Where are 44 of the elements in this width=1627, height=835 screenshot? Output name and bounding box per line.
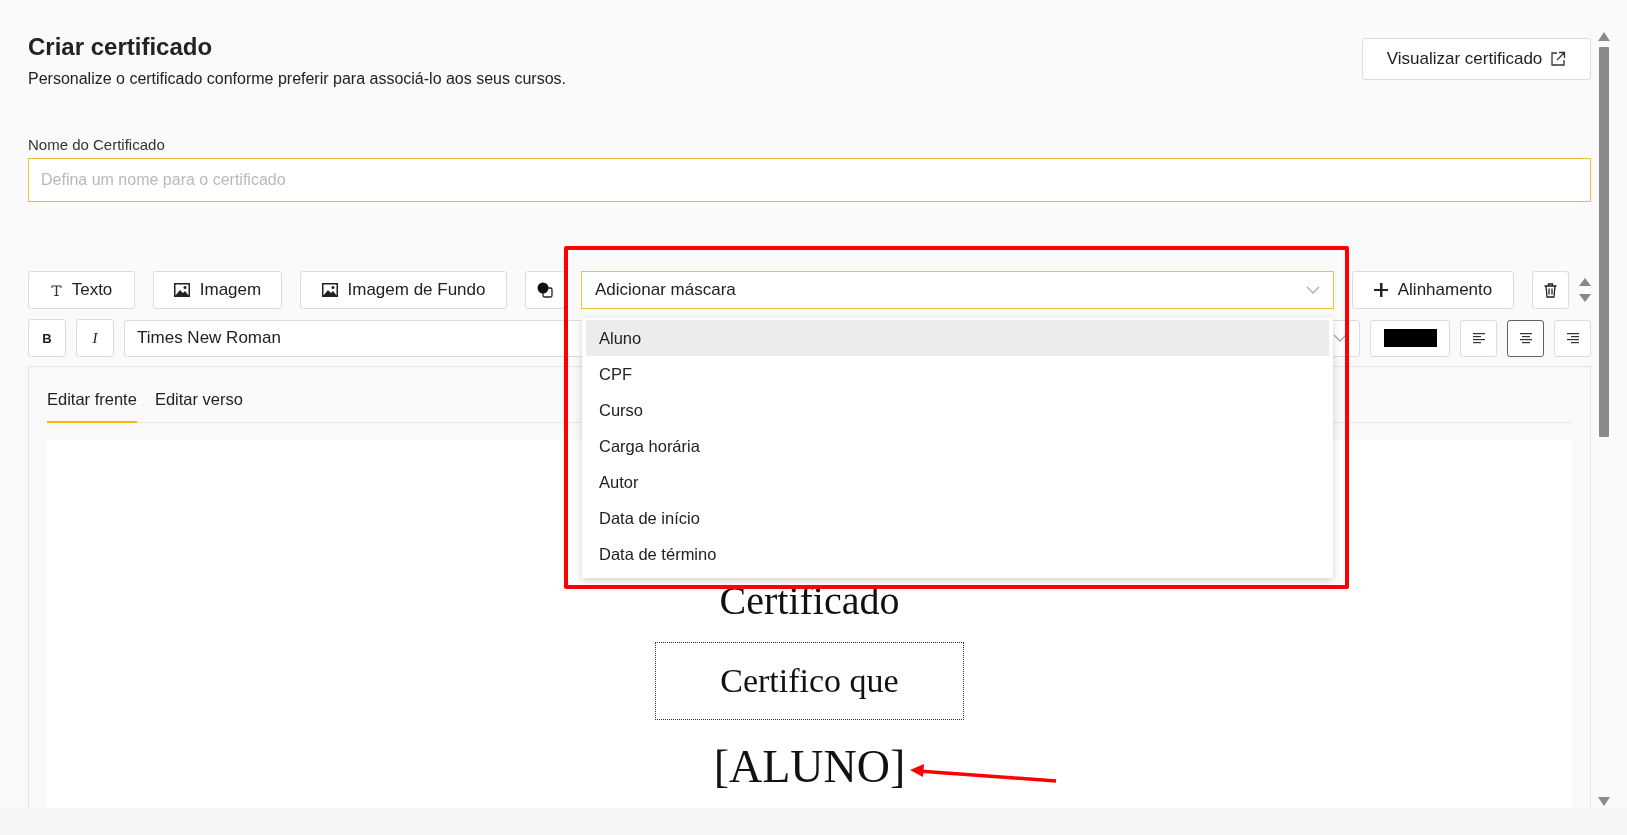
alignment-button[interactable]: Alinhamento [1352,271,1514,309]
dropdown-option[interactable]: Carga horária [586,428,1329,464]
add-image-button[interactable]: Imagem [153,271,282,309]
dropdown-option[interactable]: Curso [586,392,1329,428]
dropdown-option[interactable]: Data de término [586,536,1329,572]
bold-button[interactable]: B [28,319,66,357]
shapes-icon [537,282,553,298]
add-image-button[interactable]: Imagem de Fundo [300,271,507,309]
trash-icon [1544,282,1557,298]
align-icon [1373,283,1388,297]
certificate-name-field[interactable]: Defina um nome para o certificado [28,158,1591,202]
delete-button[interactable] [1532,271,1569,309]
align-center-icon [1518,332,1533,344]
external-link-icon [1550,51,1567,67]
page-subtitle: Personalize o certificado conforme preferir para associá-lo aos seus cursos. [28,69,567,89]
certificate-heading: Certificado [719,580,900,622]
scroll-up-icon[interactable] [1598,32,1610,41]
move-up-icon[interactable] [1579,278,1591,286]
chevron-down-icon [1333,334,1347,342]
shape-button[interactable] [525,271,565,309]
dropdown-option[interactable]: Autor [586,464,1329,500]
color-picker[interactable] [1370,319,1450,357]
certificate-text-block[interactable]: Certifico que [655,642,964,720]
dropdown-option[interactable]: CPF [586,356,1329,392]
add-text-button[interactable]: Texto [28,271,135,309]
scrollbar-thumb[interactable] [1599,47,1609,437]
student-name-mask: [ALUNO] [713,742,906,792]
align-right-icon [1565,332,1580,344]
image-icon [321,283,338,297]
image-icon [173,283,190,297]
editor-tab[interactable]: Editar verso [154,390,243,423]
page-title: Criar certificado [28,32,214,62]
preview-certificate-button[interactable]: Visualizar certificado [1362,38,1591,80]
italic-button[interactable]: I [76,319,114,357]
field-label: Nome do Certificado [28,136,166,154]
scroll-down-icon[interactable] [1598,797,1610,806]
dropdown-option[interactable]: Aluno [586,320,1329,356]
text-tool-icon [50,284,62,296]
text-align-button[interactable] [1507,319,1544,357]
editor-tab[interactable]: Editar frente [47,390,137,423]
align-left-icon [1471,332,1486,344]
dropdown-option[interactable]: Data de início [586,500,1329,536]
chevron-down-icon [1306,286,1320,294]
move-down-icon[interactable] [1579,294,1591,302]
